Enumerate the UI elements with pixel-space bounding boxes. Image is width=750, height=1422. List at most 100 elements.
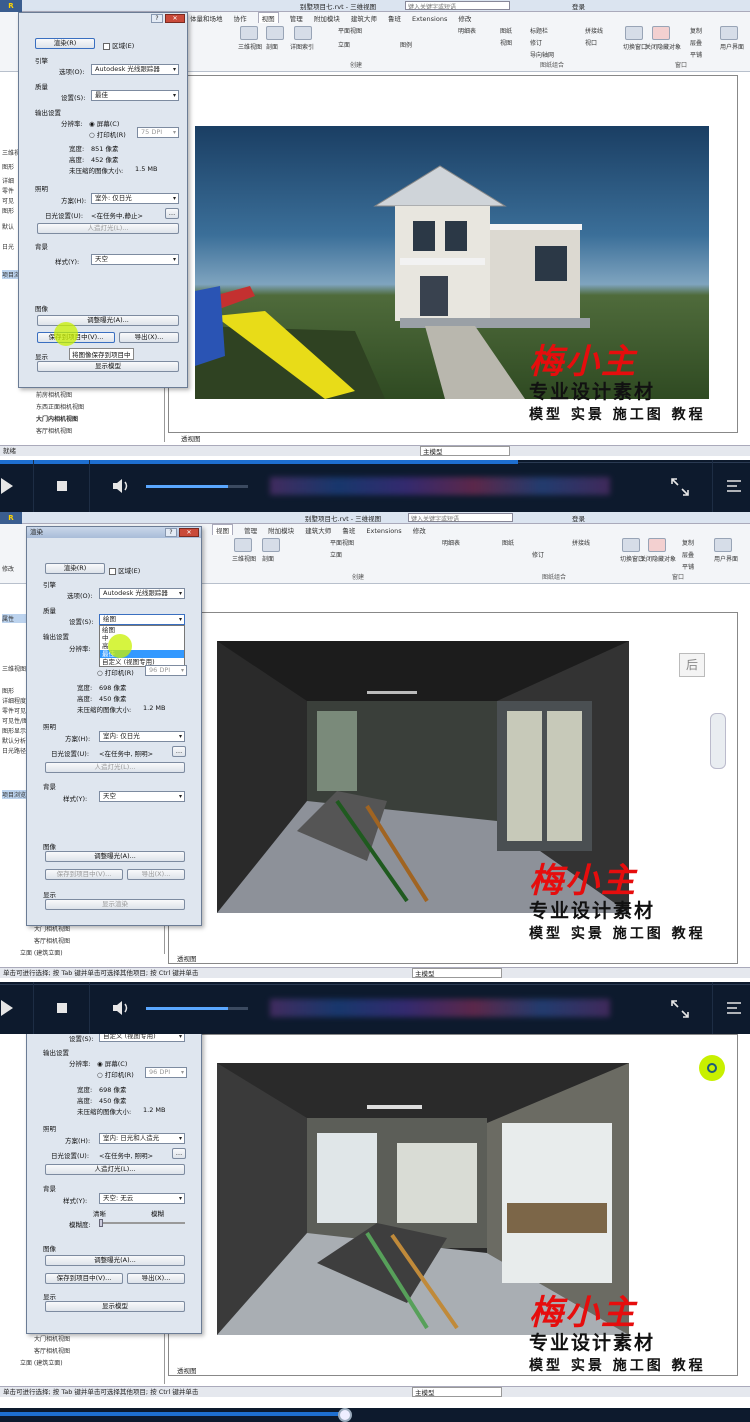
render-button[interactable]: 渲染(R): [45, 563, 105, 574]
expand-icon[interactable]: [671, 478, 689, 496]
save-to-project-button[interactable]: 保存到项目中(V)...: [45, 869, 123, 880]
close-button[interactable]: ✕: [179, 528, 199, 537]
sidebar-item[interactable]: 默认分析: [2, 736, 26, 745]
tree-item[interactable]: 大门内相机视图: [36, 414, 78, 423]
help-button[interactable]: ?: [165, 528, 177, 537]
sidebar-item[interactable]: 详细: [2, 176, 14, 185]
viewport-item[interactable]: 视口: [585, 38, 597, 47]
3d-view-button[interactable]: [240, 26, 258, 40]
sidebar-item[interactable]: 图形: [2, 206, 14, 215]
volume-slider[interactable]: [146, 485, 248, 488]
export-button[interactable]: 导出(X)...: [127, 1273, 185, 1284]
callout-button[interactable]: [294, 26, 312, 40]
show-render-button[interactable]: 显示渲染: [45, 899, 185, 910]
artificial-lights-button[interactable]: 人造灯光(L)...: [45, 1164, 185, 1175]
user-login[interactable]: 登录: [572, 513, 585, 523]
replicate-item[interactable]: 复制: [682, 538, 694, 547]
volume-slider[interactable]: [146, 1007, 248, 1010]
revision-item[interactable]: 修订: [532, 550, 544, 559]
scheme-select[interactable]: 室外: 仅日光: [91, 193, 179, 204]
sidebar-item[interactable]: 三维视图: [2, 664, 26, 673]
tree-item[interactable]: 大门相机视图: [34, 1334, 70, 1343]
tile-item[interactable]: 平铺: [690, 50, 702, 59]
titleblock-item[interactable]: 标题栏: [530, 26, 548, 35]
sidebar-item[interactable]: 日光: [2, 242, 14, 251]
viewport-3d[interactable]: 梅小主 专业设计素材 模型 实景 施工图 教程 透视图: [168, 1034, 738, 1376]
user-interface-button[interactable]: [720, 26, 738, 40]
engine-select[interactable]: Autodesk 光线跟踪器: [91, 64, 179, 75]
menu-button[interactable]: [712, 982, 750, 1034]
tile-item[interactable]: 平铺: [682, 562, 694, 571]
switch-window-button[interactable]: [625, 26, 643, 40]
cascade-item[interactable]: 层叠: [690, 38, 702, 47]
sidebar-item[interactable]: 修改: [2, 564, 14, 573]
tree-item[interactable]: 东西正面相机视图: [36, 402, 84, 411]
replicate-item[interactable]: 复制: [690, 26, 702, 35]
filter-select[interactable]: 主模型: [412, 1387, 502, 1397]
screen-radio[interactable]: ◉ 屏幕(C): [89, 118, 119, 128]
help-button[interactable]: ?: [151, 14, 163, 23]
export-button[interactable]: 导出(X)...: [119, 332, 179, 343]
dpi-select[interactable]: 75 DPI: [137, 127, 179, 138]
engine-select[interactable]: Autodesk 光线跟踪器: [99, 588, 185, 599]
printer-radio[interactable]: ○ 打印机(R): [97, 667, 134, 677]
quality-select[interactable]: 自定义 (视图专用): [99, 1034, 185, 1042]
sidebar-item[interactable]: 默认: [2, 222, 14, 231]
elevation-item[interactable]: 立面: [330, 550, 342, 559]
sun-browse-button[interactable]: …: [172, 746, 186, 757]
stop-button[interactable]: [34, 982, 90, 1034]
sidebar-item[interactable]: 图形: [2, 686, 14, 695]
plan-view-item[interactable]: 平面视图: [330, 538, 354, 547]
search-box[interactable]: 键入关键字或短语: [405, 1, 510, 11]
sidebar-item[interactable]: 零件: [2, 186, 14, 195]
screen-radio[interactable]: ◉ 屏幕(C): [97, 1058, 127, 1068]
matchline-item[interactable]: 拼接线: [572, 538, 590, 547]
close-hidden-button[interactable]: [648, 538, 666, 552]
printer-radio[interactable]: ○ 打印机(R): [89, 129, 126, 139]
cascade-item[interactable]: 层叠: [682, 550, 694, 559]
progress-knob[interactable]: [338, 1408, 352, 1422]
stop-button[interactable]: [34, 460, 90, 512]
schedule-item[interactable]: 明细表: [458, 26, 476, 35]
dpi-select[interactable]: 96 DPI: [145, 665, 187, 676]
app-logo[interactable]: R: [0, 512, 22, 524]
matchline-item[interactable]: 拼接线: [585, 26, 603, 35]
tree-item[interactable]: 立面 (建筑立面): [20, 1358, 63, 1367]
volume-icon[interactable]: [113, 1000, 131, 1016]
schedule-item[interactable]: 明细表: [442, 538, 460, 547]
elevation-item[interactable]: 立面: [338, 40, 350, 49]
artificial-lights-button[interactable]: 人造灯光(L)...: [45, 762, 185, 773]
region-checkbox[interactable]: 区域(E): [109, 565, 140, 575]
sidebar-item[interactable]: 图形显示: [2, 726, 26, 735]
expand-icon[interactable]: [671, 1000, 689, 1018]
region-checkbox[interactable]: 区域(E): [103, 40, 134, 50]
show-model-button[interactable]: 显示模型: [45, 1301, 185, 1312]
sidebar-item[interactable]: 可见性/图: [2, 716, 28, 725]
plan-view-item[interactable]: 平面视图: [338, 26, 362, 35]
show-model-button[interactable]: 显示模型: [37, 361, 179, 372]
section-button[interactable]: [266, 26, 284, 40]
section-button[interactable]: [262, 538, 280, 552]
style-select[interactable]: 天空: 无云: [99, 1193, 185, 1204]
dpi-select[interactable]: 96 DPI: [145, 1067, 187, 1078]
play-button[interactable]: [0, 982, 34, 1034]
haze-slider[interactable]: [99, 1219, 185, 1227]
tree-item[interactable]: 前房相机视图: [36, 390, 72, 399]
play-button[interactable]: [0, 460, 34, 512]
printer-radio[interactable]: ○ 打印机(R): [97, 1069, 134, 1079]
sheet-item[interactable]: 图纸: [502, 538, 514, 547]
tree-item[interactable]: 客厅相机视图: [34, 1346, 70, 1355]
save-to-project-button[interactable]: 保存到项目中(V)...: [45, 1273, 123, 1284]
sun-browse-button[interactable]: …: [165, 208, 179, 219]
tree-item[interactable]: 客厅相机视图: [34, 936, 70, 945]
guide-grid-item[interactable]: 导向轴网: [530, 50, 554, 59]
filter-select[interactable]: 主模型: [420, 446, 510, 456]
sheet-item[interactable]: 图纸: [500, 26, 512, 35]
export-button[interactable]: 导出(X)...: [127, 869, 185, 880]
volume-icon[interactable]: [113, 478, 131, 494]
sidebar-item[interactable]: 可见: [2, 196, 14, 205]
sidebar-item[interactable]: 详细程度: [2, 696, 26, 705]
tree-item[interactable]: 客厅相机视图: [36, 426, 72, 435]
search-box[interactable]: 键入关键字或短语: [408, 513, 513, 523]
style-select[interactable]: 天空: [91, 254, 179, 265]
